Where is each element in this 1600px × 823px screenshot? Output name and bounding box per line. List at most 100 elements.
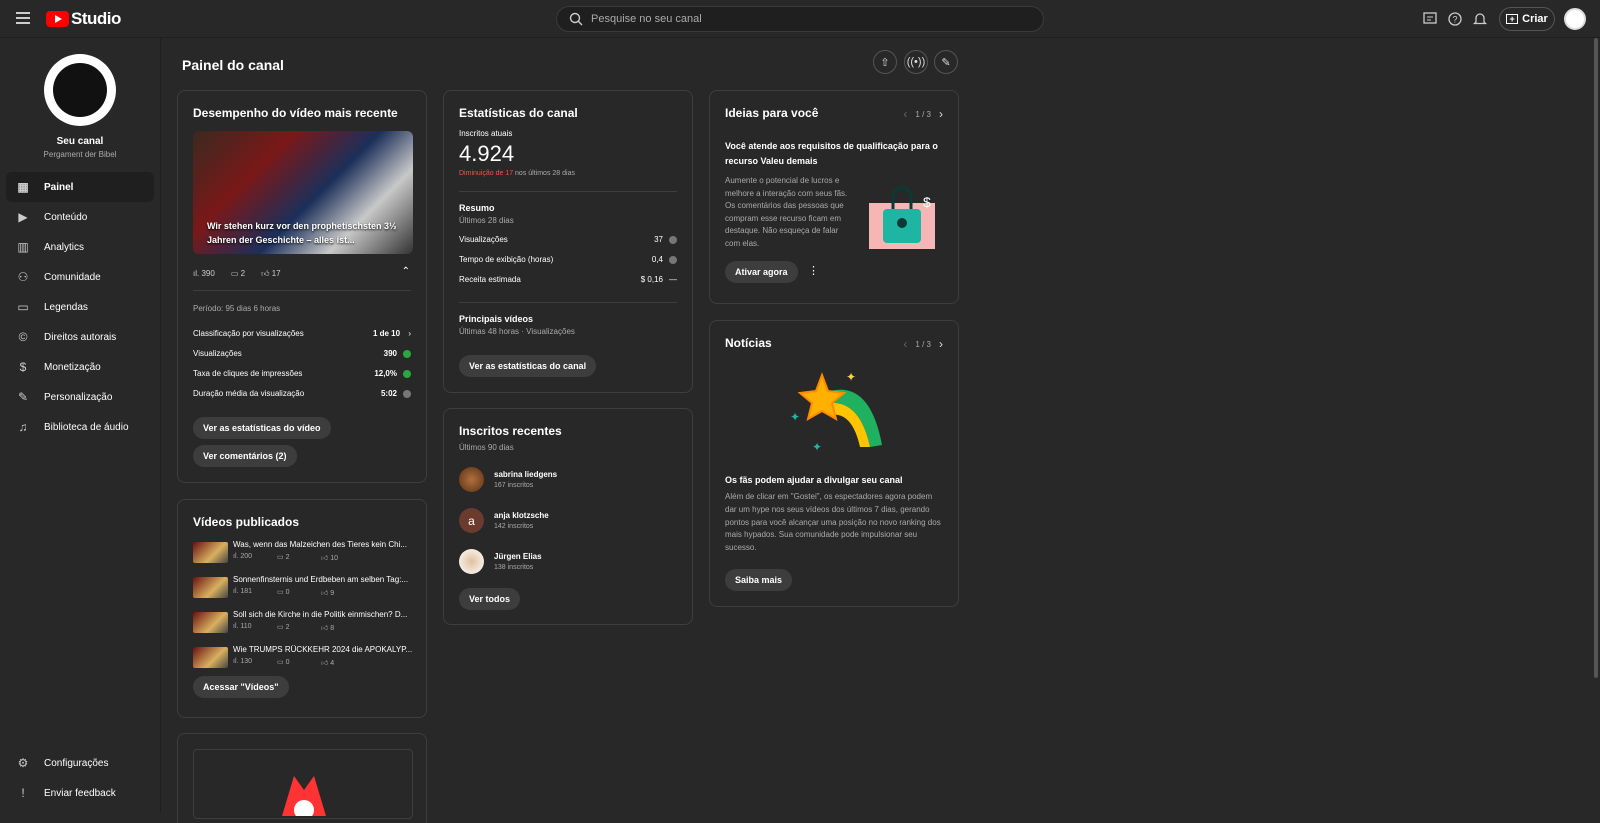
metric-row: Visualizações 390 [193,349,411,358]
sidebar-item-monetizacao[interactable]: $ Monetização [6,352,154,382]
audio-library-icon: ♫ [18,420,28,434]
help-icon[interactable]: ? [1447,11,1463,27]
sidebar-item-configuracoes[interactable]: ⚙ Configurações [6,748,154,778]
channel-stats-button[interactable]: Ver as estatísticas do canal [459,355,597,377]
lock-money-illustration-icon: $ [869,186,935,249]
svg-text:$: $ [923,194,931,210]
video-thumbnail[interactable]: Wir stehen kurz vor den prophetischsten … [193,131,413,254]
subscribers-count: 4.924 [459,141,515,166]
top-videos-subtitle: Últimas 48 horas · Visualizações [459,327,575,336]
bar-chart-icon: ıl. [193,269,200,278]
list-item[interactable]: Soll sich die Kirche in die Politik einm… [193,610,413,636]
idea-heading: Você atende aos requisitos de qualificaç… [725,141,938,166]
page-title: Painel do canal [182,57,284,73]
card-title: Estatísticas do canal [459,106,578,120]
sidebar: Seu canal Pergament der Bibel ▦ Painel ▶ C… [0,38,161,813]
chevron-right-icon[interactable]: › [939,337,943,351]
chevron-left-icon[interactable]: ‹ [903,107,907,121]
shooting-star-icon: ✦ ✦ ✦ [790,371,882,454]
card-subtitle: Últimos 90 dias [459,443,514,452]
recent-subscribers-card: Inscritos recentes Últimos 90 dias sabri… [443,408,693,625]
hamburger-menu-icon[interactable] [12,9,34,29]
ideas-card: Ideias para você ‹ 1 / 3 › Você atende aos… [709,90,959,304]
svg-text:?: ? [1452,15,1457,25]
notifications-bell-icon[interactable] [1472,11,1488,27]
gear-icon: ⚙ [17,756,29,770]
views-stat: ıl. 390 [193,269,215,278]
messages-icon[interactable] [1422,11,1438,27]
video-thumbnail [193,577,228,598]
sidebar-item-comunidade[interactable]: ⚇ Comunidade [6,262,154,292]
pager: ‹ 1 / 3 › [903,337,943,351]
news-heading: Os fãs podem ajudar a divulgar seu canal [725,475,903,485]
view-comments-button[interactable]: Ver comentários (2) [193,445,297,467]
idea-body: Aumente o potencial de lucros e melhore … [725,176,848,248]
subscribers-change: Diminuição de 17 nos últimos 28 dias [459,170,575,177]
analytics-icon: ▥ [17,240,29,254]
activate-now-button[interactable]: Ativar agora [725,261,798,283]
community-icon: ⚇ [17,270,29,284]
sidebar-item-analytics[interactable]: ▥ Analytics [6,232,154,262]
go-live-icon[interactable]: ((•)) [904,50,928,74]
sidebar-item-conteudo[interactable]: ▶ Conteúdo [6,202,154,232]
divider [193,290,411,291]
subtitles-icon: ▭ [17,300,29,314]
dollar-icon: $ [19,360,27,374]
chevron-up-icon[interactable]: ⌃ [402,266,410,277]
info-icon [669,235,677,244]
list-item[interactable]: Jürgen Elias 138 inscritos [459,549,659,577]
sidebar-nav: ▦ Painel ▶ Conteúdo ▥ Analytics ⚇ Comunidade… [6,172,154,442]
sidebar-item-legendas[interactable]: ▭ Legendas [6,292,154,322]
news-body: Além de clicar em "Gostei", os espectado… [725,492,941,553]
studio-logo[interactable]: Studio [46,9,121,29]
card-title: Notícias [725,336,772,350]
more-vert-icon[interactable]: ⋮ [808,264,819,277]
sidebar-item-painel[interactable]: ▦ Painel [6,172,154,202]
search-bar[interactable] [556,6,1044,32]
good-status-icon [403,349,411,358]
partial-card [177,733,427,823]
see-all-button[interactable]: Ver todos [459,588,521,610]
list-item[interactable]: a anja klotzsche 142 inscritos [459,508,659,536]
sidebar-item-direitos-autorais[interactable]: © Direitos autorais [6,322,154,352]
create-button[interactable]: + Criar [1499,7,1555,31]
chevron-right-icon[interactable]: › [939,107,943,121]
top-videos-title: Principais vídeos [459,314,534,324]
list-item[interactable]: Sonnenfinsternis und Erdbeben am selben … [193,575,413,601]
copyright-icon: © [18,330,28,344]
search-input[interactable] [591,7,1031,31]
list-item[interactable]: Wie TRUMPS RÜCKKEHR 2024 die APOKALYP...… [193,645,413,671]
metric-row: Visualizações 37 [459,235,677,244]
sidebar-item-personalizacao[interactable]: ✎ Personalização [6,382,154,412]
sidebar-item-biblioteca-audio[interactable]: ♫ Biblioteca de áudio [6,412,154,442]
create-label: Criar [1522,13,1548,25]
good-status-icon [403,369,411,378]
channel-name[interactable]: Seu canal [0,136,160,147]
video-quick-stats: ıl. 390 ▭ 2 👍︎ 17 [193,269,281,279]
list-item[interactable]: sabrina liedgens 167 inscritos [459,467,659,495]
chevron-left-icon[interactable]: ‹ [903,337,907,351]
list-item[interactable]: Was, wenn das Malzeichen des Tieres kein… [193,540,413,566]
likes-stat: 👍︎ 17 [261,269,281,278]
go-to-videos-button[interactable]: Acessar "Vídeos" [193,676,289,698]
metric-row[interactable]: Classificação por visualizações 1 de 10 › [193,329,411,338]
avatar [459,467,484,492]
channel-avatar[interactable] [44,54,116,126]
sidebar-bottom: ⚙ Configurações ! Enviar feedback [6,748,154,808]
page-scrollbar[interactable] [1594,38,1598,678]
card-title: Vídeos publicados [193,515,300,529]
avatar: a [459,508,484,533]
video-stats-button[interactable]: Ver as estatísticas do vídeo [193,417,331,439]
card-title: Ideias para você [725,106,819,120]
video-thumbnail [193,542,228,563]
video-thumbnail [193,647,228,668]
subscribers-label: Inscritos atuais [459,129,513,138]
upload-icon[interactable]: ⇧ [873,50,897,74]
dash-icon: — [669,275,677,284]
create-post-icon[interactable]: ✎ [934,50,958,74]
summary-subtitle: Últimos 28 dias [459,216,514,225]
account-avatar[interactable] [1564,8,1586,30]
learn-more-button[interactable]: Saiba mais [725,569,793,591]
info-icon [669,255,677,264]
sidebar-item-feedback[interactable]: ! Enviar feedback [6,778,154,808]
